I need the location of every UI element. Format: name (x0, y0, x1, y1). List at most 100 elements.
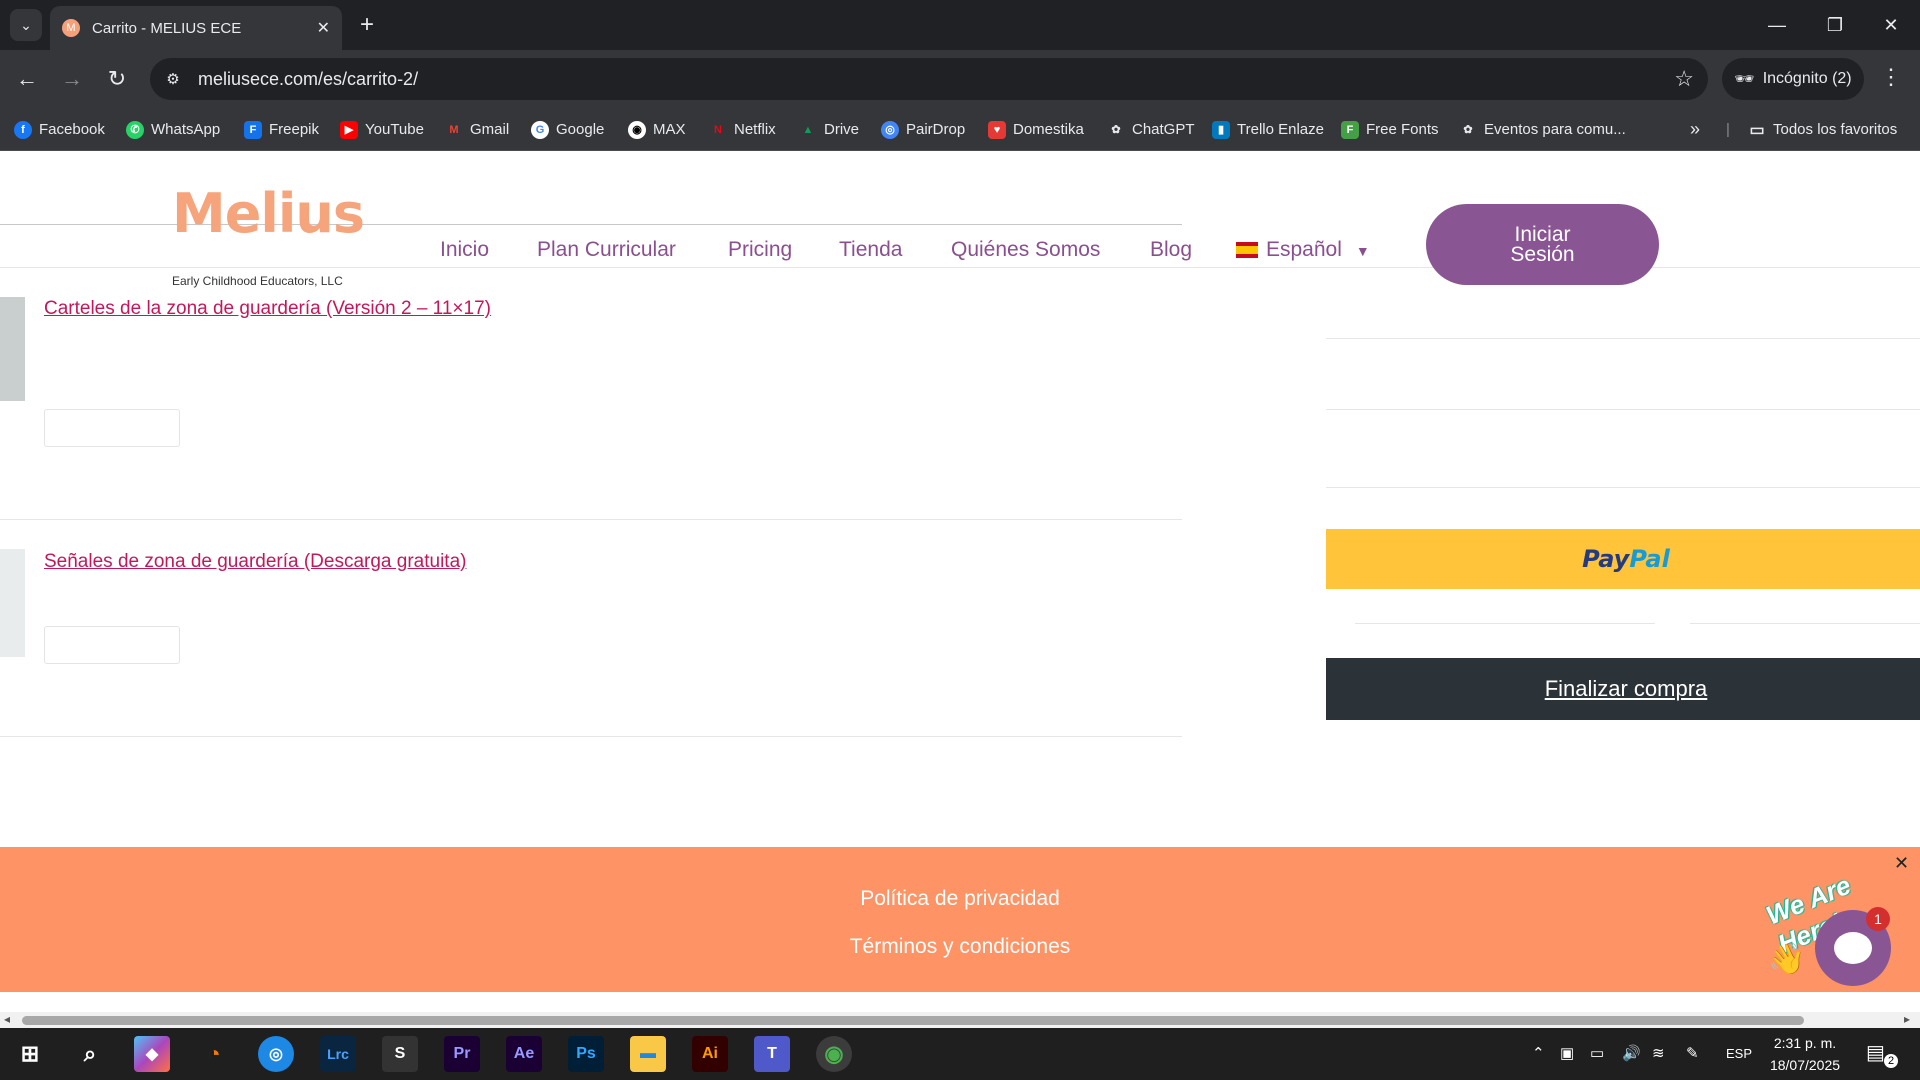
scroll-right-icon[interactable]: ▸ (1904, 1012, 1910, 1026)
quantity-input[interactable] (44, 409, 180, 447)
copilot-icon[interactable]: ◆ (134, 1036, 170, 1072)
address-bar[interactable]: ⚙ meliusece.com/es/carrito-2/ ☆ (150, 58, 1708, 100)
freepik-icon: F (244, 120, 262, 139)
language-selector[interactable]: Español ▼ (1236, 238, 1370, 262)
battery-icon[interactable]: ▭ (1590, 1044, 1604, 1062)
bookmark-drive[interactable]: ▲ Drive (799, 108, 859, 151)
tab-close-icon[interactable]: ✕ (317, 18, 330, 38)
summary-divider (1326, 409, 1920, 410)
title-bar: ⌄ M Carrito - MELIUS ECE ✕ + — ❐ ✕ (0, 0, 1920, 50)
wifi-icon[interactable]: ≋ (1652, 1044, 1665, 1062)
file-explorer-icon[interactable]: ▬ (630, 1036, 666, 1072)
summary-divider (1326, 487, 1920, 488)
login-label-line1: Iniciar (1514, 222, 1571, 246)
site-info-icon[interactable]: ⚙ (160, 66, 186, 92)
all-bookmarks-button[interactable]: ▭ Todos los favoritos (1748, 108, 1897, 151)
forward-button[interactable]: → (55, 62, 89, 96)
gmail-icon: M (449, 123, 459, 136)
drive-icon: ▲ (802, 123, 814, 136)
chatgpt-icon: ✿ (1111, 124, 1121, 136)
new-tab-button[interactable]: + (352, 10, 382, 40)
nav-quienes-somos[interactable]: Quiénes Somos (951, 238, 1100, 262)
nav-inicio[interactable]: Inicio (440, 238, 489, 262)
privacy-link[interactable]: Política de privacidad (0, 887, 1920, 911)
bookmark-whatsapp[interactable]: ✆ WhatsApp (126, 108, 220, 151)
paypal-logo-pal: Pal (1629, 545, 1670, 573)
language-indicator[interactable]: ESP (1726, 1046, 1752, 1061)
photoshop-icon[interactable]: Ps (568, 1036, 604, 1072)
blender-icon[interactable]: ◔ (196, 1036, 232, 1072)
defender-icon[interactable]: ▣ (1560, 1044, 1574, 1062)
login-button[interactable]: Iniciar Sesión (1426, 204, 1659, 285)
nav-blog[interactable]: Blog (1150, 238, 1192, 262)
bookmark-freepik[interactable]: F Freepik (244, 108, 319, 151)
bookmark-domestika[interactable]: ♥ Domestika (988, 108, 1084, 151)
nav-pricing[interactable]: Pricing (728, 238, 792, 262)
volume-icon[interactable]: 🔊 (1622, 1044, 1641, 1062)
incognito-button[interactable]: 🕶 Incógnito (2) (1722, 58, 1864, 100)
scroll-left-icon[interactable]: ◂ (4, 1012, 10, 1026)
tab-search-dropdown[interactable]: ⌄ (10, 9, 42, 41)
s-app-icon[interactable]: S (382, 1036, 418, 1072)
illustrator-icon[interactable]: Ai (692, 1036, 728, 1072)
chat-unread-badge: 1 (1866, 907, 1890, 931)
reload-button[interactable]: ↻ (100, 62, 134, 96)
menu-kebab-icon[interactable]: ⋮ (1880, 64, 1902, 90)
premiere-icon[interactable]: Pr (444, 1036, 480, 1072)
bookmark-trello[interactable]: ▮ Trello Enlaze (1212, 108, 1324, 151)
back-button[interactable]: ← (10, 62, 44, 96)
notifications-icon[interactable]: ▤ (1866, 1040, 1885, 1065)
bookmark-chatgpt[interactable]: ✿ ChatGPT (1107, 108, 1194, 151)
search-icon[interactable]: ⌕ (72, 1036, 108, 1072)
domestika-icon: ♥ (988, 120, 1006, 139)
quantity-input[interactable] (44, 626, 180, 664)
lightroom-icon[interactable]: Lrc (320, 1036, 356, 1072)
pairdrop-app-icon[interactable]: ◎ (258, 1036, 294, 1072)
terms-link[interactable]: Términos y condiciones (0, 935, 1920, 959)
nav-plan-curricular[interactable]: Plan Curricular (537, 238, 676, 262)
more-bookmarks-button[interactable]: » (1690, 108, 1700, 151)
site-logo[interactable]: Melius Early Childhood Educators, LLC (172, 182, 382, 288)
product-thumbnail[interactable] (0, 549, 25, 657)
bookmarks-bar: f Facebook ✆ WhatsApp F Freepik ▶ YouTube MG… (0, 108, 1920, 151)
browser-toolbar: ← → ↻ ⚙ meliusece.com/es/carrito-2/ ☆ 🕶 … (0, 50, 1920, 108)
bookmark-netflix[interactable]: N Netflix (709, 108, 776, 151)
product-link[interactable]: Señales de zona de guardería (Descarga g… (44, 551, 466, 573)
paypal-logo-pay: Pay (1582, 545, 1630, 573)
language-label: Español (1266, 238, 1342, 261)
bookmark-star-icon[interactable]: ☆ (1674, 66, 1694, 92)
bookmark-youtube[interactable]: ▶ YouTube (340, 108, 424, 151)
close-window-button[interactable]: ✕ (1862, 0, 1920, 50)
bookmark-facebook[interactable]: f Facebook (14, 108, 105, 151)
bookmark-gmail[interactable]: M Gmail (445, 108, 509, 151)
scrollbar-thumb[interactable] (22, 1016, 1804, 1025)
bookmark-eventos[interactable]: ✿ Eventos para comu... (1459, 108, 1625, 151)
show-hidden-icons-icon[interactable]: ⌃ (1532, 1044, 1545, 1062)
youtube-icon: ▶ (340, 120, 358, 139)
system-clock[interactable]: 2:31 p. m. 18/07/2025 (1762, 1032, 1848, 1076)
bookmark-pairdrop[interactable]: ◎ PairDrop (881, 108, 965, 151)
url-text[interactable]: meliusece.com/es/carrito-2/ (198, 69, 418, 90)
pen-icon[interactable]: ✎ (1686, 1044, 1699, 1062)
after-effects-icon[interactable]: Ae (506, 1036, 542, 1072)
openai-icon: ✿ (1463, 124, 1473, 136)
restore-button[interactable]: ❐ (1806, 0, 1864, 50)
minimize-button[interactable]: — (1748, 0, 1806, 50)
chevron-down-icon: ▼ (1355, 243, 1370, 259)
horizontal-scrollbar[interactable]: ◂ ▸ (0, 1012, 1920, 1028)
summary-divider (1690, 623, 1920, 624)
folder-icon: ▭ (1749, 121, 1765, 139)
chrome-icon[interactable]: ◉ (816, 1036, 852, 1072)
windows-start-icon[interactable]: ⊞ (12, 1036, 48, 1072)
checkout-button[interactable]: Finalizar compra (1326, 658, 1920, 720)
nav-tienda[interactable]: Tienda (839, 238, 902, 262)
active-tab[interactable]: M Carrito - MELIUS ECE ✕ (50, 6, 342, 50)
product-link[interactable]: Carteles de la zona de guardería (Versió… (44, 298, 491, 320)
teams-icon[interactable]: T (754, 1036, 790, 1072)
product-thumbnail[interactable] (0, 297, 25, 401)
bookmark-google[interactable]: G Google (531, 108, 604, 151)
summary-divider (1355, 623, 1655, 624)
bookmark-max[interactable]: ◉ MAX (628, 108, 686, 151)
paypal-button[interactable]: Pay Pal (1326, 529, 1920, 589)
bookmark-free-fonts[interactable]: F Free Fonts (1341, 108, 1439, 151)
